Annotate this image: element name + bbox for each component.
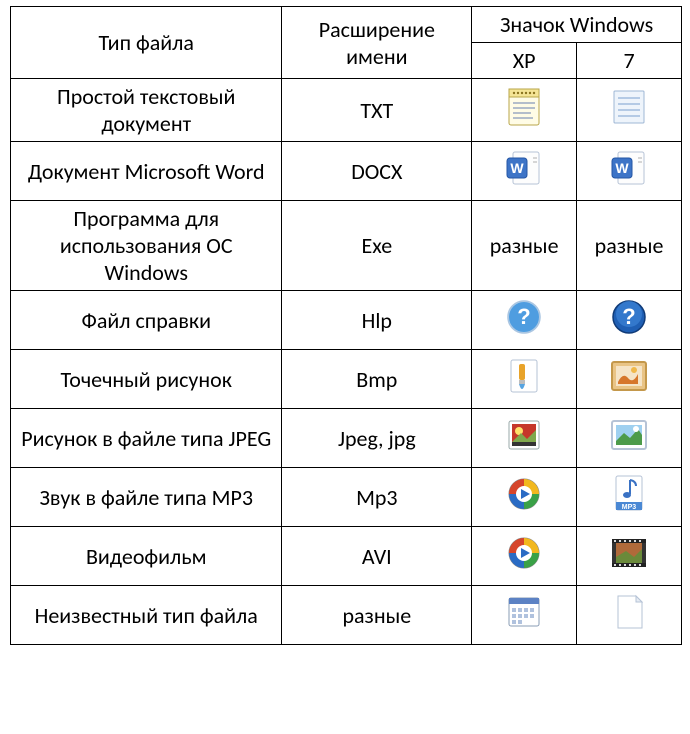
cell-icon-xp: [472, 350, 577, 409]
file-types-table: Тип файла Расширение имени Значок Window…: [10, 6, 682, 645]
table-row: Простой текстовый документTXT: [11, 79, 682, 142]
cell-extension: Bmp: [282, 350, 472, 409]
header-windows-icon: Значок Windows: [472, 7, 682, 43]
cell-icon-xp: [472, 291, 577, 350]
cell-filetype: Рисунок в файле типа JPEG: [11, 409, 282, 468]
table-row: Документ Microsoft WordDOCX: [11, 142, 682, 201]
cell-icon-7: разные: [577, 201, 682, 291]
table-row: Точечный рисунокBmp: [11, 350, 682, 409]
help-xp-icon: [500, 295, 548, 339]
cell-filetype: Файл справки: [11, 291, 282, 350]
cell-extension: Jpeg, jpg: [282, 409, 472, 468]
table-row: Звук в файле типа MP3Mp3: [11, 468, 682, 527]
cell-filetype: Программа для использования ОС Windows: [11, 201, 282, 291]
cell-filetype: Точечный рисунок: [11, 350, 282, 409]
mp3-xp-icon: [500, 472, 548, 516]
cell-icon-7: [577, 409, 682, 468]
cell-filetype: Звук в файле типа MP3: [11, 468, 282, 527]
cell-filetype: Неизвестный тип файла: [11, 586, 282, 645]
cell-icon-7: [577, 527, 682, 586]
cell-extension: Hlp: [282, 291, 472, 350]
jpeg-xp-icon: [500, 413, 548, 457]
header-7: 7: [577, 43, 682, 79]
jpeg-7-icon: [605, 413, 653, 457]
table-row: Рисунок в файле типа JPEGJpeg, jpg: [11, 409, 682, 468]
unknown-7-icon: [605, 590, 653, 634]
cell-filetype: Простой текстовый документ: [11, 79, 282, 142]
cell-icon-7: [577, 350, 682, 409]
cell-icon-xp: [472, 586, 577, 645]
header-xp: XP: [472, 43, 577, 79]
cell-icon-7: [577, 468, 682, 527]
cell-extension: AVI: [282, 527, 472, 586]
cell-icon-xp: разные: [472, 201, 577, 291]
word-doc-icon: [605, 146, 653, 190]
mp3-7-icon: [605, 472, 653, 516]
cell-icon-7: [577, 79, 682, 142]
avi-7-icon: [605, 531, 653, 575]
word-doc-icon: [500, 146, 548, 190]
cell-icon-7: [577, 142, 682, 201]
header-extension: Расширение имени: [282, 7, 472, 79]
table-row: Неизвестный тип файларазные: [11, 586, 682, 645]
notepad-7-icon: [605, 85, 653, 129]
cell-extension: DOCX: [282, 142, 472, 201]
cell-extension: разные: [282, 586, 472, 645]
cell-icon-xp: [472, 527, 577, 586]
table-row: Программа для использования ОС WindowsEx…: [11, 201, 682, 291]
notepad-xp-icon: [500, 85, 548, 129]
cell-extension: Mp3: [282, 468, 472, 527]
help-7-icon: [605, 295, 653, 339]
avi-xp-icon: [500, 531, 548, 575]
unknown-xp-icon: [500, 590, 548, 634]
cell-filetype: Документ Microsoft Word: [11, 142, 282, 201]
table-row: Файл справкиHlp: [11, 291, 682, 350]
cell-icon-7: [577, 586, 682, 645]
cell-filetype: Видеофильм: [11, 527, 282, 586]
cell-extension: Exe: [282, 201, 472, 291]
bmp-xp-icon: [500, 354, 548, 398]
bmp-7-icon: [605, 354, 653, 398]
cell-icon-xp: [472, 468, 577, 527]
header-filetype: Тип файла: [11, 7, 282, 79]
cell-icon-7: [577, 291, 682, 350]
cell-extension: TXT: [282, 79, 472, 142]
cell-icon-xp: [472, 79, 577, 142]
cell-icon-xp: [472, 142, 577, 201]
table-row: ВидеофильмAVI: [11, 527, 682, 586]
cell-icon-xp: [472, 409, 577, 468]
